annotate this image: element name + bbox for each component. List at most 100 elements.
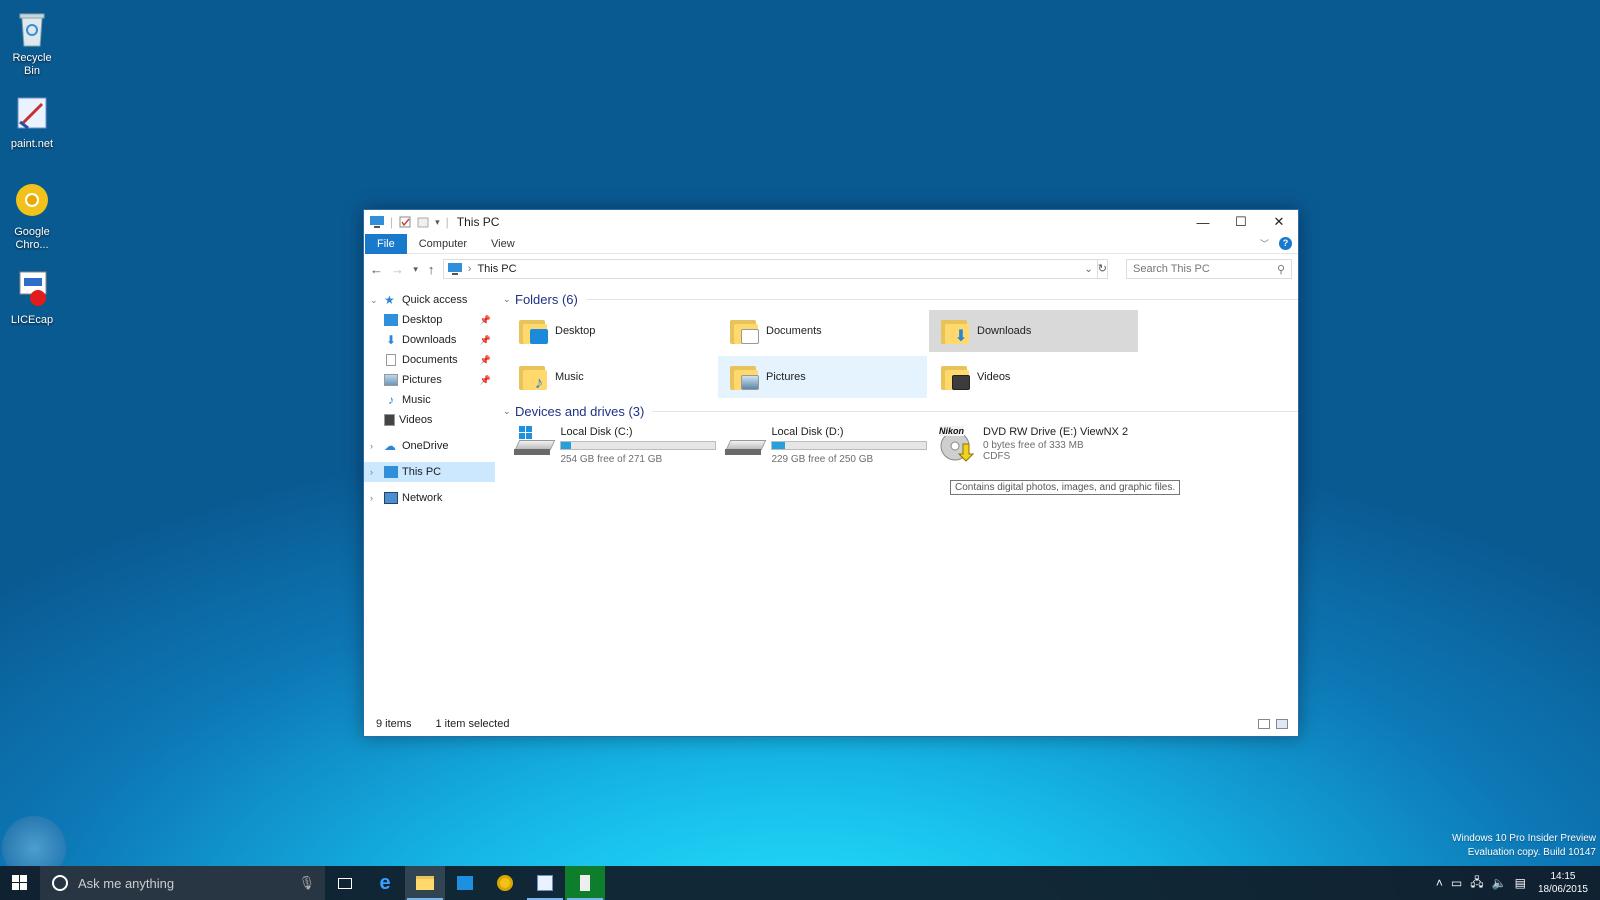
nav-quick-access[interactable]: ⌄ ★ Quick access	[364, 290, 495, 310]
volume-icon[interactable]: 🔈	[1492, 876, 1507, 890]
search-input[interactable]: Search This PC ⚲	[1126, 259, 1292, 279]
expand-ribbon-icon[interactable]: ﹀	[1260, 237, 1269, 250]
taskbar-app-paint-net[interactable]	[525, 866, 565, 900]
nav-item-documents[interactable]: Documents 📌	[364, 350, 495, 370]
nav-item-videos[interactable]: Videos	[364, 410, 495, 430]
maximize-button[interactable]: ☐	[1222, 210, 1260, 234]
refresh-button[interactable]: ↻	[1097, 259, 1108, 279]
edge-icon: e	[379, 871, 391, 894]
up-button[interactable]: ↑	[427, 262, 435, 277]
taskbar-app-edge[interactable]: e	[365, 866, 405, 900]
folder-name: Desktop	[555, 325, 596, 337]
microphone-icon[interactable]: 🎙	[298, 875, 315, 891]
nav-network[interactable]: › Network	[364, 488, 495, 508]
folder-tile-music[interactable]: ♪ Music	[507, 356, 716, 398]
group-header-devices[interactable]: ⌄ Devices and drives (3)	[503, 400, 1298, 422]
properties-icon[interactable]	[399, 216, 411, 228]
customize-toolbar-icon[interactable]: ▾	[435, 217, 440, 228]
tab-computer[interactable]: Computer	[407, 234, 479, 254]
folder-icon	[939, 362, 971, 392]
recent-locations-icon[interactable]: ▾	[412, 264, 419, 275]
nav-item-desktop[interactable]: Desktop 📌	[364, 310, 495, 330]
network-icon[interactable]: 🖧	[1470, 873, 1483, 894]
details-view-icon[interactable]	[1258, 719, 1270, 729]
desktop-icon-recycle-bin[interactable]: Recycle Bin	[4, 8, 60, 78]
chevron-down-icon[interactable]: ⌄	[503, 294, 515, 305]
pin-icon[interactable]: 📌	[480, 355, 491, 366]
back-button[interactable]: ←	[370, 262, 383, 277]
chevron-right-icon[interactable]: ›	[370, 467, 380, 477]
taskbar-app-store[interactable]	[445, 866, 485, 900]
folder-tile-downloads[interactable]: ⬇ Downloads	[929, 310, 1138, 352]
drive-name: Local Disk (D:)	[771, 426, 844, 438]
drive-tile-c[interactable]: Local Disk (C:) 254 GB free of 271 GB	[507, 422, 716, 466]
drive-usage-bar	[771, 441, 927, 450]
windows-logo-icon	[519, 426, 532, 439]
this-pc-icon	[384, 466, 398, 478]
tab-file[interactable]: File	[365, 233, 407, 254]
document-icon	[386, 354, 396, 366]
this-pc-icon	[370, 216, 384, 228]
minimize-button[interactable]: —	[1184, 210, 1222, 234]
chevron-right-icon[interactable]: ›	[370, 493, 380, 503]
nav-this-pc[interactable]: › This PC	[364, 462, 495, 482]
cortana-placeholder: Ask me anything	[78, 875, 175, 891]
taskbar-app-licecap[interactable]	[565, 866, 605, 900]
taskbar-app-file-explorer[interactable]	[405, 866, 445, 900]
group-title: Folders (6)	[515, 291, 578, 307]
folder-tile-desktop[interactable]: Desktop	[507, 310, 716, 352]
title-bar[interactable]: | ▾ | This PC — ☐ ✕	[364, 210, 1298, 234]
forward-button[interactable]: →	[391, 262, 404, 277]
nav-item-downloads[interactable]: ⬇ Downloads 📌	[364, 330, 495, 350]
action-center-icon[interactable]: ▤	[1515, 876, 1526, 890]
chrome-icon	[497, 875, 513, 891]
windows-logo-icon	[12, 875, 27, 890]
help-icon[interactable]: ?	[1279, 237, 1292, 250]
desktop-icon-licecap[interactable]: LICEcap	[4, 270, 60, 327]
folder-tile-videos[interactable]: Videos	[929, 356, 1138, 398]
music-icon: ♪	[534, 373, 544, 392]
cortana-search-box[interactable]: Ask me anything 🎙	[40, 866, 325, 900]
chevron-down-icon[interactable]: ⌄	[503, 406, 515, 417]
taskbar-app-chrome[interactable]	[485, 866, 525, 900]
folder-tile-pictures[interactable]: Pictures	[718, 356, 927, 398]
pin-icon[interactable]: 📌	[480, 315, 491, 326]
nav-item-music[interactable]: ♪ Music	[364, 390, 495, 410]
clock-time: 14:15	[1550, 871, 1576, 882]
group-title: Devices and drives (3)	[515, 403, 645, 419]
address-bar[interactable]: › This PC ⌄	[442, 259, 1098, 279]
chevron-right-icon[interactable]: ›	[370, 441, 380, 451]
drive-tile-d[interactable]: Local Disk (D:) 229 GB free of 250 GB	[718, 422, 927, 466]
hard-drive-icon	[725, 434, 767, 456]
document-icon	[741, 329, 759, 344]
show-hidden-icons-icon[interactable]: ˄	[1436, 876, 1443, 890]
folder-name: Pictures	[766, 371, 806, 383]
pin-icon[interactable]: 📌	[480, 375, 491, 386]
drive-tile-e[interactable]: Nikon DVD RW Drive (E:) ViewNX 2 0 bytes…	[929, 422, 1138, 466]
desktop-icon-paint-net[interactable]: paint.net	[4, 94, 60, 151]
address-dropdown-icon[interactable]: ⌄	[1084, 264, 1092, 275]
folder-tile-documents[interactable]: Documents	[718, 310, 927, 352]
hard-drive-icon	[514, 426, 556, 456]
desktop-icon-google-chrome[interactable]: Google Chro...	[4, 182, 60, 252]
group-header-folders[interactable]: ⌄ Folders (6)	[503, 288, 1298, 310]
clock[interactable]: 14:15 18/06/2015	[1538, 870, 1588, 896]
nav-item-pictures[interactable]: Pictures 📌	[364, 370, 495, 390]
nav-label: OneDrive	[402, 440, 449, 452]
pin-icon[interactable]: 📌	[480, 335, 491, 346]
usb-icon[interactable]: ▭	[1451, 876, 1462, 890]
breadcrumb[interactable]: This PC	[477, 263, 516, 275]
close-button[interactable]: ✕	[1260, 210, 1298, 234]
tab-view[interactable]: View	[479, 234, 527, 254]
desktop-icon-label: LICEcap	[10, 314, 54, 326]
new-folder-icon[interactable]	[417, 216, 429, 228]
windows-watermark: Windows 10 Pro Insider Preview Evaluatio…	[1452, 832, 1596, 860]
search-icon: ⚲	[1276, 263, 1285, 276]
start-button[interactable]	[0, 866, 40, 900]
task-view-button[interactable]	[325, 866, 365, 900]
chevron-down-icon[interactable]: ⌄	[370, 295, 380, 306]
large-icons-view-icon[interactable]	[1276, 719, 1288, 729]
nav-onedrive[interactable]: › ☁ OneDrive	[364, 436, 495, 456]
desktop-icon-label: Google Chro...	[14, 226, 50, 251]
paint-net-icon	[14, 94, 50, 134]
